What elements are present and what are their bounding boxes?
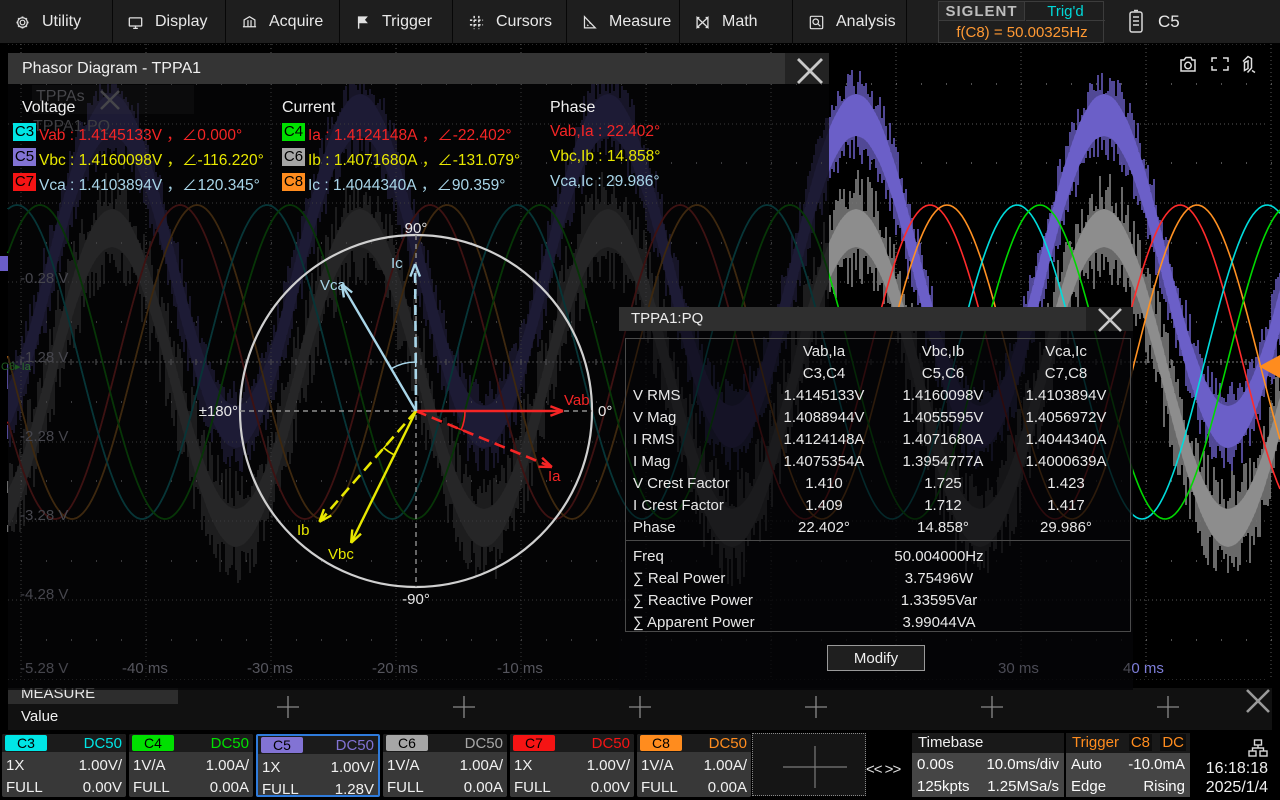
svg-text:Vbc: Vbc [328, 546, 354, 563]
svg-text:Ia: Ia [548, 468, 561, 485]
svg-text:90°: 90° [405, 220, 428, 237]
svg-text:Ib: Ib [297, 522, 310, 539]
svg-text:0°: 0° [598, 403, 612, 420]
svg-text:Vca: Vca [320, 277, 347, 294]
svg-text:±180°: ±180° [199, 403, 238, 420]
svg-text:Ic: Ic [391, 255, 403, 272]
svg-text:Vab: Vab [564, 392, 590, 409]
svg-text:-90°: -90° [402, 591, 430, 608]
